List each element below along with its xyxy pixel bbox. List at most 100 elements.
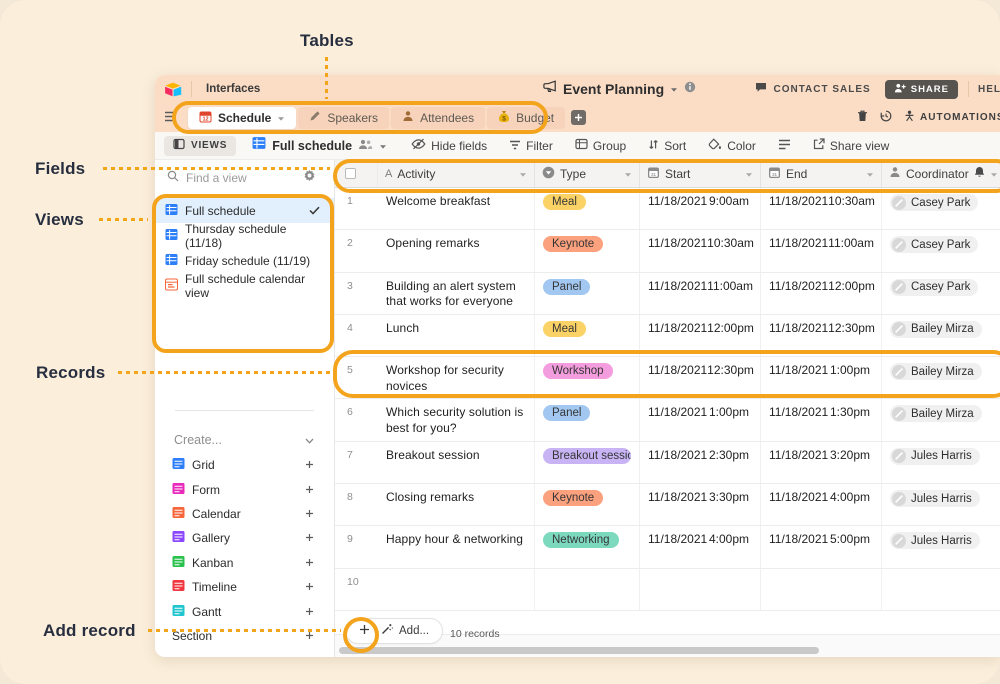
create-section-header[interactable]: Create... [155, 427, 334, 453]
plus-icon[interactable] [305, 507, 314, 521]
history-icon[interactable] [880, 109, 892, 127]
field-header-end[interactable]: 31 End [761, 160, 882, 187]
view-item[interactable]: Full schedule calendar view [155, 273, 334, 298]
tab-attendees[interactable]: Attendees [391, 107, 485, 129]
cell-activity[interactable]: Happy hour & networking [378, 526, 535, 567]
cell-type[interactable]: Keynote [535, 484, 640, 525]
contact-sales-button[interactable]: CONTACT SALES [755, 82, 870, 96]
create-item-timeline[interactable]: Timeline [155, 575, 334, 599]
cell-type[interactable]: Breakout session [535, 442, 640, 483]
cell-type[interactable]: Keynote [535, 230, 640, 271]
select-all-checkbox[interactable] [345, 168, 356, 179]
cell-end[interactable]: 11/18/20214:00pm [761, 484, 882, 525]
cell-activity[interactable]: Workshop for security novices [378, 357, 535, 398]
create-item-gallery[interactable]: Gallery [155, 526, 334, 550]
info-icon[interactable] [684, 80, 696, 98]
cell-activity[interactable]: Breakout session [378, 442, 535, 483]
cell-start[interactable]: 11/18/20214:00pm [640, 526, 761, 567]
create-item-form[interactable]: Form [155, 477, 334, 501]
cell-type[interactable] [535, 569, 640, 610]
create-item-grid[interactable]: Grid [155, 453, 334, 477]
sort-button[interactable]: Sort [648, 139, 686, 153]
current-view-button[interactable]: Full schedule [252, 136, 387, 155]
automations-button[interactable]: AUTOMATIONS [904, 110, 1000, 125]
cell-start[interactable]: 11/18/20211:00pm [640, 399, 761, 440]
cell-activity[interactable] [378, 569, 535, 610]
cell-coordinator[interactable]: Casey Park [882, 230, 1000, 271]
plus-icon[interactable] [305, 580, 314, 594]
help-button[interactable]: HELP [978, 84, 1000, 95]
interfaces-label[interactable]: Interfaces [206, 83, 260, 95]
cell-end[interactable]: 11/18/20211:00pm [761, 357, 882, 398]
cell-coordinator[interactable]: Bailey Mirza [882, 357, 1000, 398]
share-button[interactable]: SHARE [885, 80, 958, 99]
views-toggle-button[interactable]: VIEWS [164, 136, 236, 156]
view-item[interactable]: Friday schedule (11/19) [155, 248, 334, 273]
cell-start[interactable] [640, 569, 761, 610]
select-all-cell[interactable] [335, 160, 378, 187]
cell-end[interactable]: 11/18/202112:00pm [761, 273, 882, 314]
cell-coordinator[interactable]: Casey Park [882, 188, 1000, 229]
cell-coordinator[interactable]: Jules Harris [882, 484, 1000, 525]
chevron-down-icon[interactable] [990, 167, 998, 181]
plus-icon[interactable] [305, 605, 314, 619]
plus-icon[interactable] [305, 458, 314, 472]
cell-start[interactable]: 11/18/202112:30pm [640, 357, 761, 398]
cell-type[interactable]: Networking [535, 526, 640, 567]
cell-coordinator[interactable]: Bailey Mirza [882, 315, 1000, 356]
cell-end[interactable]: 11/18/20211:30pm [761, 399, 882, 440]
view-item[interactable]: Full schedule [155, 198, 334, 223]
cell-start[interactable]: 11/18/202110:30am [640, 230, 761, 271]
create-item-kanban[interactable]: Kanban [155, 551, 334, 575]
field-header-coordinator[interactable]: Coordinator [882, 160, 1000, 187]
field-header-start[interactable]: 31 Start [640, 160, 761, 187]
chevron-down-icon[interactable] [624, 167, 632, 181]
cell-start[interactable]: 11/18/20219:00am [640, 188, 761, 229]
row-height-button[interactable] [778, 139, 791, 153]
create-item-section[interactable]: Section [155, 624, 334, 648]
hamburger-menu-icon[interactable] [164, 109, 177, 127]
hide-fields-button[interactable]: Hide fields [411, 138, 487, 153]
cell-activity[interactable]: Lunch [378, 315, 535, 356]
cell-coordinator[interactable]: Jules Harris [882, 526, 1000, 567]
chevron-down-icon[interactable] [519, 167, 527, 181]
chevron-down-icon[interactable] [745, 167, 753, 181]
color-button[interactable]: Color [708, 138, 756, 153]
chevron-down-icon[interactable] [277, 111, 285, 125]
cell-type[interactable]: Meal [535, 188, 640, 229]
cell-end[interactable]: 11/18/20213:20pm [761, 442, 882, 483]
cell-end[interactable]: 11/18/202112:30pm [761, 315, 882, 356]
cell-end[interactable] [761, 569, 882, 610]
cell-coordinator[interactable]: Jules Harris [882, 442, 1000, 483]
tab-speakers[interactable]: Speakers [298, 107, 389, 129]
find-view-search[interactable]: Find a view [155, 160, 334, 195]
add-table-button[interactable] [571, 110, 586, 125]
field-header-type[interactable]: Type [535, 160, 640, 187]
cell-type[interactable]: Meal [535, 315, 640, 356]
cell-type[interactable]: Workshop [535, 357, 640, 398]
cell-activity[interactable]: Which security solution is best for you? [378, 399, 535, 440]
cell-activity[interactable]: Welcome breakfast [378, 188, 535, 229]
trash-icon[interactable] [857, 109, 868, 127]
cell-activity[interactable]: Closing remarks [378, 484, 535, 525]
cell-coordinator[interactable]: Casey Park [882, 273, 1000, 314]
add-record-button[interactable] [359, 622, 370, 640]
cell-end[interactable]: 11/18/202110:30am [761, 188, 882, 229]
airtable-logo-icon[interactable] [164, 82, 182, 97]
create-item-gantt[interactable]: Gantt [155, 599, 334, 623]
plus-icon[interactable] [305, 556, 314, 570]
chevron-down-icon[interactable] [670, 80, 678, 98]
horizontal-scrollbar[interactable] [339, 647, 819, 654]
base-name[interactable]: Event Planning [563, 81, 664, 97]
cell-activity[interactable]: Building an alert system that works for … [378, 273, 535, 314]
create-item-calendar[interactable]: Calendar [155, 502, 334, 526]
plus-icon[interactable] [305, 531, 314, 545]
cell-start[interactable]: 11/18/202111:00am [640, 273, 761, 314]
group-button[interactable]: Group [575, 138, 626, 153]
view-item[interactable]: Thursday schedule (11/18) [155, 223, 334, 248]
cell-start[interactable]: 11/18/202112:00pm [640, 315, 761, 356]
cell-activity[interactable]: Opening remarks [378, 230, 535, 271]
cell-start[interactable]: 11/18/20212:30pm [640, 442, 761, 483]
cell-coordinator[interactable]: Bailey Mirza [882, 399, 1000, 440]
filter-button[interactable]: Filter [509, 139, 553, 153]
